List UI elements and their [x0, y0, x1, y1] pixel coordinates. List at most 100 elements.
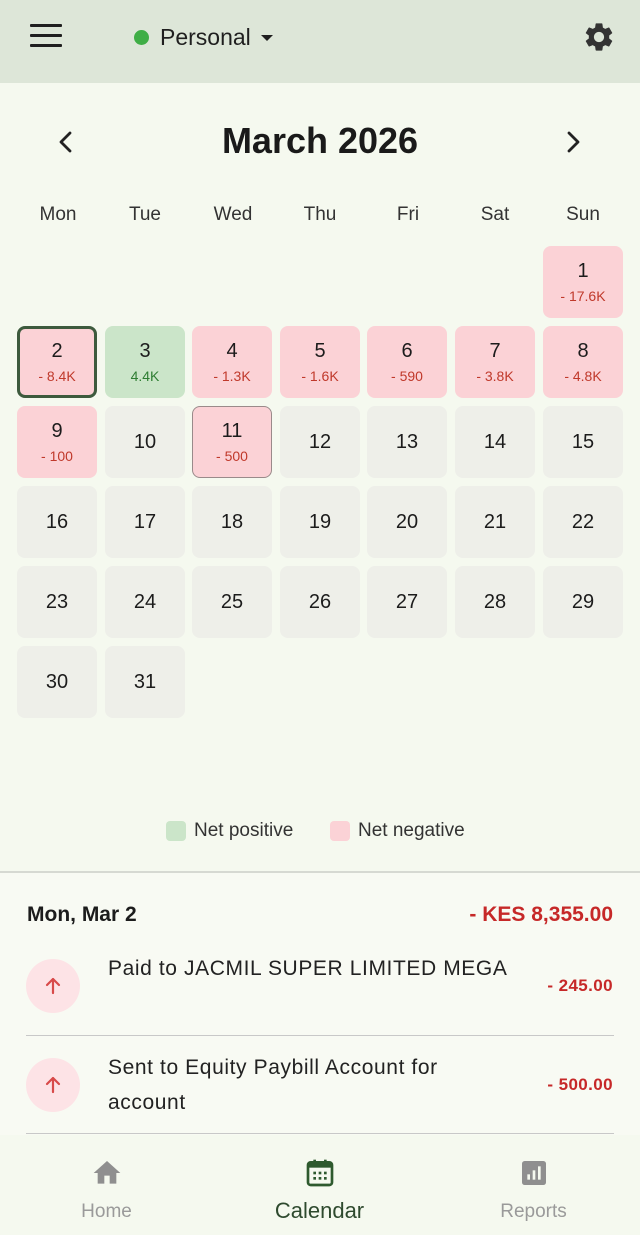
account-name: Personal — [160, 23, 251, 50]
day-number: 18 — [220, 511, 244, 533]
day-cell-4[interactable]: 4 - 1.3K — [192, 326, 272, 398]
arrow-up-icon — [26, 1058, 80, 1112]
transaction-row[interactable]: Paid to JACMIL SUPER LIMITED MEGA - 245.… — [0, 948, 640, 1046]
transaction-amount: - 245.00 — [547, 976, 613, 995]
day-number: 30 — [45, 671, 69, 693]
account-selector[interactable]: Personal — [134, 22, 273, 52]
day-cell-13[interactable]: 13 — [367, 406, 447, 478]
day-cell-24[interactable]: 24 — [105, 566, 185, 638]
nav-home-label: Home — [81, 1201, 132, 1222]
day-net-amount: - 4.8K — [564, 368, 602, 384]
gear-icon[interactable] — [582, 20, 616, 54]
day-cell-9[interactable]: 9 - 100 — [17, 406, 97, 478]
transaction-description: Sent to Equity Paybill Account for accou… — [108, 1056, 438, 1114]
day-net-amount: - 1.6K — [301, 368, 339, 384]
day-number: 29 — [571, 591, 595, 613]
day-number: 27 — [395, 591, 419, 613]
transaction-row[interactable]: Sent to Equity Paybill Account for accou… — [0, 1047, 640, 1145]
bottom-navigation: Home Calendar Reports — [0, 1135, 640, 1235]
transaction-description: Paid to JACMIL SUPER LIMITED MEGA — [108, 957, 508, 980]
day-cell-30[interactable]: 30 — [17, 646, 97, 718]
day-net-amount: - 500 — [216, 448, 248, 464]
weekday-label: Sun — [566, 204, 600, 225]
day-cell-3[interactable]: 3 4.4K — [105, 326, 185, 398]
day-number: 23 — [45, 591, 69, 613]
day-cell-27[interactable]: 27 — [367, 566, 447, 638]
weekday-label: Wed — [213, 204, 253, 225]
day-cell-6[interactable]: 6 - 590 — [367, 326, 447, 398]
day-number: 22 — [571, 511, 595, 533]
day-cell-31[interactable]: 31 — [105, 646, 185, 718]
legend-negative-swatch — [330, 821, 350, 841]
day-number: 26 — [308, 591, 332, 613]
day-cell-29[interactable]: 29 — [543, 566, 623, 638]
day-number: 8 — [577, 340, 589, 362]
day-net-amount: - 590 — [391, 368, 423, 384]
day-net-amount: - 17.6K — [560, 288, 606, 304]
row-divider — [26, 1133, 614, 1134]
row-divider — [26, 1035, 614, 1036]
day-cell-2[interactable]: 2 - 8.4K — [17, 326, 97, 398]
nav-calendar-label: Calendar — [274, 1198, 365, 1223]
day-number: 25 — [220, 591, 244, 613]
day-number: 1 — [577, 260, 589, 282]
home-icon — [93, 1161, 120, 1184]
day-cell-16[interactable]: 16 — [17, 486, 97, 558]
day-cell-21[interactable]: 21 — [455, 486, 535, 558]
weekday-label: Sat — [480, 204, 510, 225]
day-cell-26[interactable]: 26 — [280, 566, 360, 638]
legend-negative: Net negative — [330, 820, 465, 842]
day-number: 16 — [45, 511, 69, 533]
day-cell-8[interactable]: 8 - 4.8K — [543, 326, 623, 398]
legend-positive-label: Net positive — [194, 820, 294, 841]
day-cell-25[interactable]: 25 — [192, 566, 272, 638]
day-cell-12[interactable]: 12 — [280, 406, 360, 478]
day-cell-7[interactable]: 7 - 3.8K — [455, 326, 535, 398]
hamburger-menu-icon[interactable] — [30, 24, 62, 48]
calendar-icon — [306, 1159, 333, 1187]
day-number: 13 — [395, 431, 419, 453]
day-cell-14[interactable]: 14 — [455, 406, 535, 478]
nav-reports-label: Reports — [500, 1201, 567, 1222]
day-number: 19 — [308, 511, 332, 533]
day-cell-17[interactable]: 17 — [105, 486, 185, 558]
day-cell-23[interactable]: 23 — [17, 566, 97, 638]
nav-home[interactable]: Home — [0, 1135, 213, 1235]
day-number: 9 — [51, 420, 63, 442]
weekday-label: Thu — [303, 204, 337, 225]
day-cell-15[interactable]: 15 — [543, 406, 623, 478]
weekday-label: Mon — [39, 204, 77, 225]
account-status-dot — [134, 29, 149, 45]
nav-reports[interactable]: Reports — [427, 1135, 640, 1235]
day-number: 11 — [221, 420, 243, 442]
day-number: 17 — [133, 511, 157, 533]
day-cell-5[interactable]: 5 - 1.6K — [280, 326, 360, 398]
weekday-label: Tue — [128, 204, 162, 225]
day-cell-19[interactable]: 19 — [280, 486, 360, 558]
selected-day-title: Mon, Mar 2 — [27, 903, 137, 926]
day-cell-20[interactable]: 20 — [367, 486, 447, 558]
bar-chart-icon — [521, 1161, 546, 1185]
legend-negative-label: Net negative — [358, 820, 465, 841]
day-cell-10[interactable]: 10 — [105, 406, 185, 478]
legend: Net positive Net negative — [0, 820, 640, 844]
arrow-up-icon — [26, 959, 80, 1013]
day-cell-28[interactable]: 28 — [455, 566, 535, 638]
day-number: 12 — [308, 431, 332, 453]
day-cell-11[interactable]: 11 - 500 — [192, 406, 272, 478]
transaction-amount: - 500.00 — [547, 1075, 613, 1094]
month-navigation: March 2026 — [0, 120, 640, 164]
day-cell-18[interactable]: 18 — [192, 486, 272, 558]
day-cell-1[interactable]: 1 - 17.6K — [543, 246, 623, 318]
day-cell-22[interactable]: 22 — [543, 486, 623, 558]
chevron-right-icon[interactable] — [557, 126, 589, 158]
day-number: 7 — [489, 340, 501, 362]
day-number: 4 — [226, 340, 238, 362]
day-number: 31 — [133, 671, 157, 693]
selected-day-total: - KES 8,355.00 — [469, 903, 613, 926]
day-number: 3 — [139, 340, 151, 362]
nav-calendar[interactable]: Calendar — [213, 1135, 426, 1235]
day-number: 24 — [133, 591, 157, 613]
day-number: 2 — [51, 340, 63, 362]
day-number: 15 — [571, 431, 595, 453]
